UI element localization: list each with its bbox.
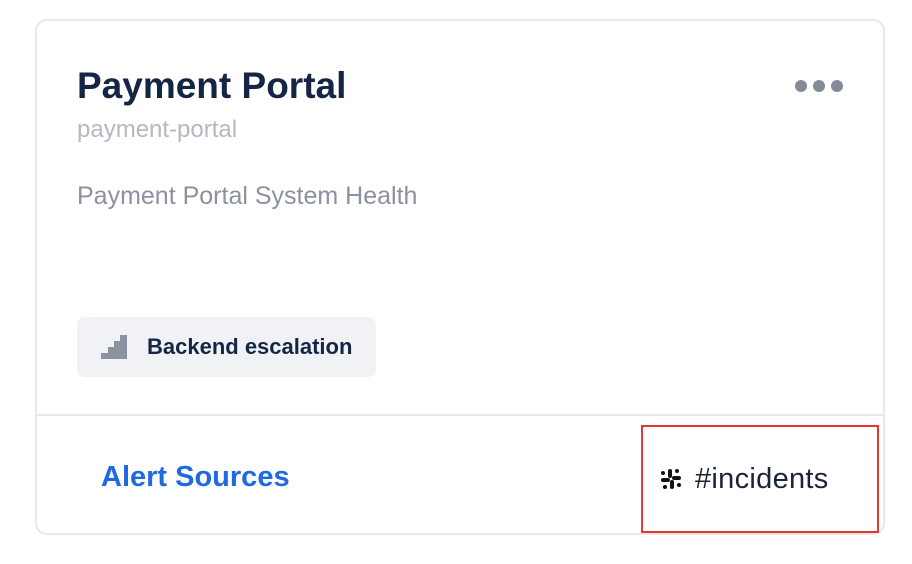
service-title: Payment Portal — [77, 65, 347, 106]
stairs-icon — [101, 335, 127, 359]
more-horizontal-icon — [795, 80, 807, 92]
service-description: Payment Portal System Health — [77, 182, 418, 210]
service-card: Payment Portal payment-portal Payment Po… — [35, 19, 885, 535]
slack-channel-label: #incidents — [695, 462, 829, 495]
alert-sources-link[interactable]: Alert Sources — [101, 459, 290, 495]
escalation-policy-tag[interactable]: Backend escalation — [77, 317, 377, 377]
escalation-policy-label: Backend escalation — [147, 334, 353, 359]
menu-dot — [813, 80, 825, 92]
service-slug: payment-portal — [77, 116, 238, 143]
more-options-button[interactable] — [795, 73, 843, 99]
menu-dot — [831, 80, 843, 92]
slack-icon — [661, 469, 681, 489]
card-divider — [37, 414, 883, 416]
slack-channel-link[interactable]: #incidents — [641, 425, 879, 533]
